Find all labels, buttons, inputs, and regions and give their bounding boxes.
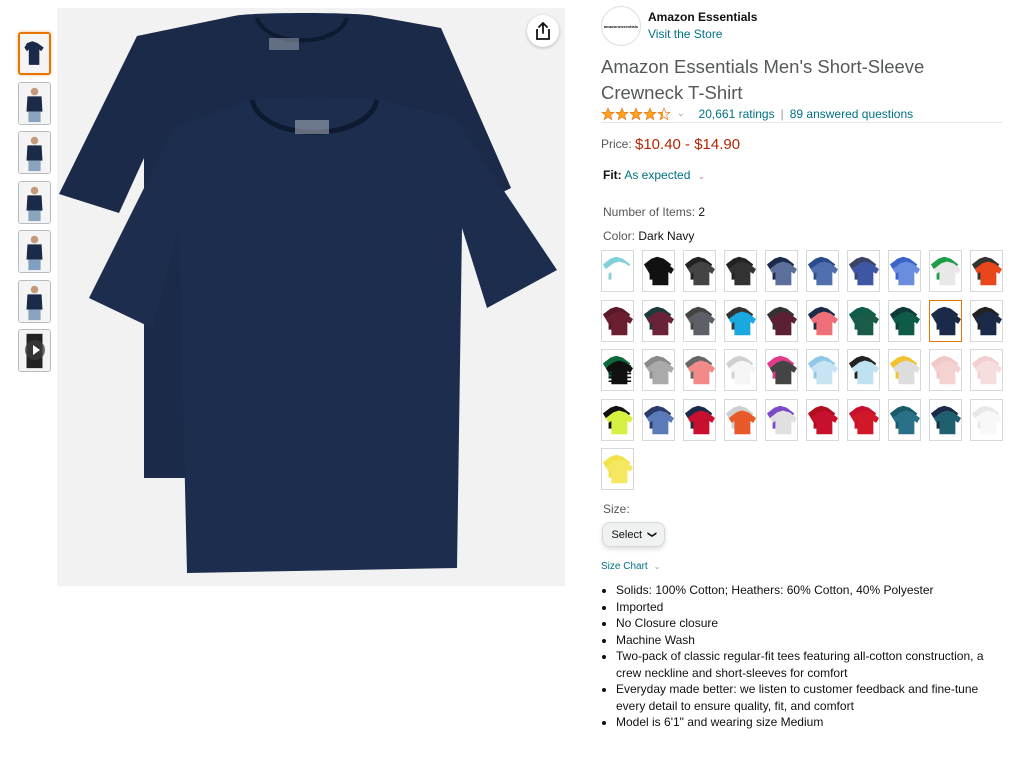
color-swatch[interactable]	[888, 398, 921, 441]
ratings-count-link[interactable]: 20,661 ratings	[699, 107, 775, 121]
color-swatch[interactable]	[642, 299, 675, 342]
star-icon	[643, 106, 657, 120]
star-icon	[657, 106, 671, 120]
main-product-image[interactable]	[57, 8, 565, 586]
color-swatch[interactable]	[724, 299, 757, 342]
color-swatch[interactable]	[601, 250, 634, 292]
color-swatch[interactable]	[601, 448, 634, 490]
color-swatch[interactable]	[806, 349, 839, 391]
size-chart-link[interactable]: Size Chart ⌄	[601, 561, 660, 572]
color-swatch[interactable]	[888, 349, 921, 391]
size-chart-label: Size Chart	[601, 561, 648, 572]
chevron-down-icon[interactable]: ⌄	[677, 108, 685, 119]
color-swatch[interactable]	[806, 398, 839, 441]
chevron-down-icon[interactable]: ⌄	[698, 171, 706, 181]
color-swatch[interactable]	[970, 349, 1003, 391]
share-icon	[536, 22, 550, 40]
star-rating[interactable]	[601, 106, 671, 121]
feature-bullet: Everyday made better: we listen to custo…	[616, 681, 1006, 714]
price-label: Price:	[601, 137, 632, 151]
size-dropdown[interactable]: Select ❯	[602, 522, 665, 547]
divider	[601, 122, 1002, 123]
color-swatch[interactable]	[847, 349, 880, 391]
color-swatch[interactable]	[847, 299, 880, 342]
color-swatch[interactable]	[970, 299, 1003, 342]
color-swatch[interactable]	[765, 398, 798, 441]
image-thumbnail[interactable]	[18, 180, 51, 224]
image-thumbnail[interactable]	[18, 81, 51, 125]
share-button[interactable]	[527, 15, 559, 47]
color-swatch[interactable]	[601, 398, 634, 441]
color-swatch[interactable]	[683, 250, 716, 292]
color-swatch[interactable]	[601, 299, 634, 342]
product-title: Amazon Essentials Men's Short-Sleeve Cre…	[601, 56, 925, 103]
color-swatch[interactable]	[806, 299, 839, 342]
color-label: Color:	[603, 229, 636, 243]
color-swatch[interactable]	[765, 299, 798, 342]
num-items-value: 2	[698, 205, 706, 219]
color-swatch[interactable]	[888, 299, 921, 342]
color-swatch[interactable]	[929, 250, 962, 292]
feature-bullet: Imported	[616, 599, 1006, 616]
color-value: Dark Navy	[638, 229, 695, 243]
rating-row: ⌄ 20,661 ratings | 89 answered questions	[601, 105, 913, 122]
color-swatch-grid	[601, 250, 1011, 498]
color-swatch[interactable]	[847, 250, 880, 292]
color-selection: Color: Dark Navy	[603, 229, 694, 243]
fit-info: Fit: As expected ⌄	[603, 168, 705, 182]
chevron-down-icon: ❯	[647, 530, 658, 539]
image-thumbnail[interactable]	[18, 32, 51, 75]
image-thumbnail[interactable]	[18, 279, 51, 323]
color-swatch[interactable]	[642, 250, 675, 292]
color-swatch[interactable]	[970, 250, 1003, 292]
feature-bullet: Model is 6'1" and wearing size Medium	[616, 714, 1006, 731]
video-thumbnail[interactable]	[18, 329, 51, 372]
star-icon	[601, 106, 615, 120]
fit-label: Fit:	[603, 168, 622, 182]
color-swatch[interactable]	[765, 349, 798, 391]
separator: |	[780, 106, 784, 121]
brand-name: Amazon Essentials	[648, 10, 758, 24]
chevron-down-icon: ⌄	[653, 562, 661, 571]
color-swatch[interactable]	[683, 299, 716, 342]
feature-bullets: Solids: 100% Cotton; Heathers: 60% Cotto…	[616, 582, 1006, 731]
tshirt-image	[59, 13, 557, 573]
color-swatch[interactable]	[683, 398, 716, 441]
color-swatch[interactable]	[970, 398, 1003, 441]
feature-bullet: Solids: 100% Cotton; Heathers: 60% Cotto…	[616, 582, 1006, 599]
color-swatch[interactable]	[929, 299, 962, 342]
size-label: Size:	[603, 502, 630, 516]
fit-value-link[interactable]: As expected	[624, 168, 690, 182]
star-icon	[629, 106, 643, 120]
color-swatch[interactable]	[806, 250, 839, 292]
num-items-label: Number of Items:	[603, 205, 696, 219]
visit-store-link[interactable]: Visit the Store	[648, 27, 722, 41]
star-icon	[615, 106, 629, 120]
feature-bullet: Two-pack of classic regular-fit tees fea…	[616, 648, 1006, 681]
color-swatch[interactable]	[888, 250, 921, 292]
color-swatch[interactable]	[601, 349, 634, 391]
color-swatch[interactable]	[642, 398, 675, 441]
color-swatch[interactable]	[642, 349, 675, 391]
feature-bullet: Machine Wash	[616, 632, 1006, 649]
feature-bullet: No Closure closure	[616, 615, 1006, 632]
image-thumbnail[interactable]	[18, 230, 51, 273]
play-icon	[25, 340, 45, 360]
price-range: $10.40 - $14.90	[635, 136, 741, 153]
thumbnail-strip	[18, 32, 52, 379]
color-swatch[interactable]	[724, 250, 757, 292]
color-swatch[interactable]	[929, 349, 962, 391]
brand-logo[interactable]: amazonessentials	[601, 6, 641, 46]
color-swatch[interactable]	[724, 349, 757, 391]
color-swatch[interactable]	[724, 398, 757, 441]
color-swatch[interactable]	[929, 398, 962, 441]
number-of-items: Number of Items: 2	[603, 205, 705, 219]
color-swatch[interactable]	[847, 398, 880, 441]
size-select-label: Select	[611, 528, 643, 541]
color-swatch[interactable]	[765, 250, 798, 292]
answered-questions-link[interactable]: 89 answered questions	[790, 107, 913, 121]
image-thumbnail[interactable]	[18, 131, 51, 174]
color-swatch[interactable]	[683, 349, 716, 391]
